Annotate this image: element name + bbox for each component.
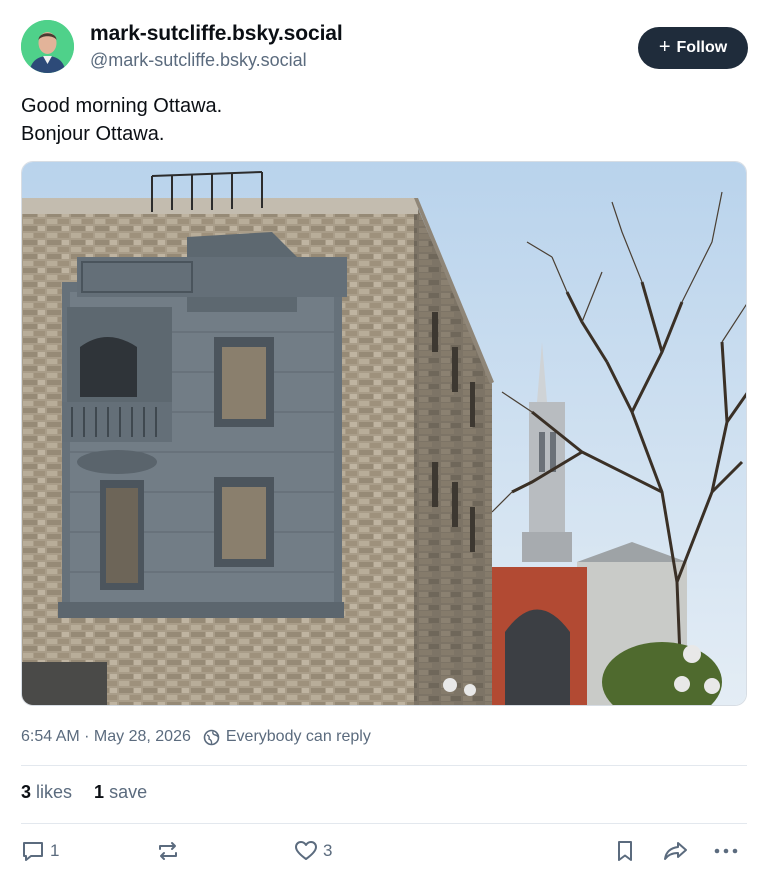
divider bbox=[21, 823, 747, 824]
saves-label: save bbox=[109, 782, 148, 802]
reply-icon bbox=[23, 842, 43, 861]
globe-icon bbox=[203, 729, 220, 745]
share-icon bbox=[664, 842, 687, 860]
bookmark-button[interactable] bbox=[612, 838, 638, 864]
post-timestamp[interactable]: 6:54 AM · May 28, 2026 bbox=[21, 728, 191, 746]
divider bbox=[21, 765, 747, 766]
likes-stat[interactable]: 3 likes bbox=[21, 782, 72, 803]
saves-stat[interactable]: 1 save bbox=[94, 782, 147, 803]
reply-setting-label: Everybody can reply bbox=[225, 728, 371, 745]
photo-stone-building-church-spire bbox=[22, 162, 746, 705]
bookmark-icon bbox=[618, 841, 632, 861]
more-options-button[interactable] bbox=[712, 838, 740, 864]
reply-setting[interactable]: Everybody can reply bbox=[203, 728, 371, 746]
heart-icon bbox=[295, 841, 317, 860]
likes-count: 3 bbox=[21, 782, 32, 802]
author-display-name[interactable]: mark-sutcliffe.bsky.social bbox=[90, 22, 343, 46]
ellipsis-icon bbox=[714, 848, 738, 854]
like-button[interactable]: 3 bbox=[293, 838, 332, 864]
post-text: Good morning Ottawa. Bonjour Ottawa. bbox=[21, 92, 222, 148]
follow-button-label: Follow bbox=[676, 39, 728, 56]
post-text-line: Good morning Ottawa. bbox=[21, 95, 223, 117]
post-actions: 1 3 bbox=[0, 838, 768, 870]
reply-button[interactable]: 1 bbox=[20, 838, 59, 864]
likes-label: likes bbox=[36, 782, 73, 802]
saves-count: 1 bbox=[94, 782, 105, 802]
post-image[interactable] bbox=[21, 161, 747, 706]
engagement-stats: 3 likes 1 save bbox=[21, 782, 147, 803]
post-text-line: Bonjour Ottawa. bbox=[21, 123, 165, 145]
share-button[interactable] bbox=[662, 838, 690, 864]
author-handle[interactable]: @mark-sutcliffe.bsky.social bbox=[90, 50, 307, 71]
follow-button[interactable]: + Follow bbox=[638, 27, 748, 69]
post-meta: 6:54 AM · May 28, 2026 Everybody can rep… bbox=[21, 728, 371, 746]
repost-icon bbox=[159, 842, 177, 860]
reply-count: 1 bbox=[50, 841, 60, 860]
avatar-photo bbox=[21, 20, 74, 73]
avatar[interactable] bbox=[21, 20, 74, 73]
repost-button[interactable] bbox=[155, 838, 185, 864]
plus-icon: + bbox=[658, 36, 671, 58]
like-count: 3 bbox=[323, 841, 333, 860]
